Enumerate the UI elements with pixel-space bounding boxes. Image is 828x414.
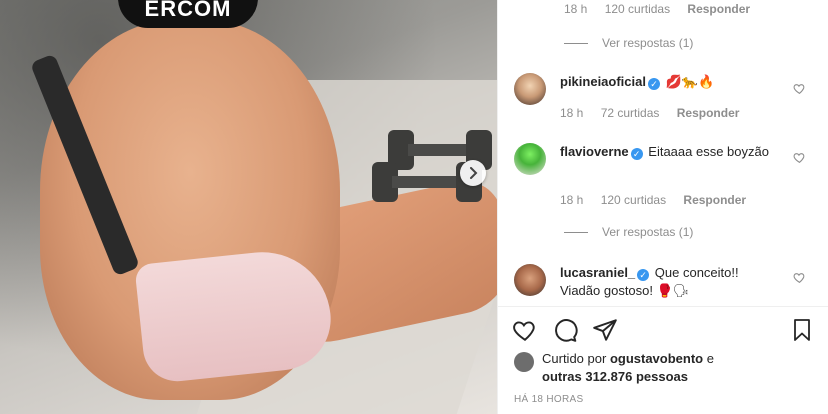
avatar[interactable] xyxy=(514,73,546,105)
likes-prefix: Curtido por xyxy=(542,351,607,366)
comment-item: pikineiaoficial ✓ 💋🐆🔥 xyxy=(514,73,814,105)
likes-summary-text: Curtido por ogustavobento e outras 312.8… xyxy=(542,350,714,386)
heart-icon[interactable] xyxy=(512,317,538,343)
like-comment-heart-icon[interactable] xyxy=(793,82,806,95)
reply-button[interactable]: Responder xyxy=(683,193,746,207)
comment-body: pikineiaoficial ✓ 💋🐆🔥 xyxy=(560,73,776,105)
comment-item: lucasraniel_ ✓ Que conceito!! Viadão gost… xyxy=(514,264,814,300)
view-replies-button[interactable]: Ver respostas (1) xyxy=(564,225,693,239)
verified-badge-icon: ✓ xyxy=(647,78,660,90)
replies-line xyxy=(564,231,588,233)
view-replies-label: Ver respostas (1) xyxy=(602,36,694,50)
verified-badge-icon: ✓ xyxy=(637,269,650,281)
view-replies-label: Ver respostas (1) xyxy=(602,225,694,239)
comment-meta: 18 h 120 curtidas Responder xyxy=(560,193,760,207)
avatar[interactable] xyxy=(514,264,546,296)
comment-time: 18 h xyxy=(560,193,584,207)
comment-username[interactable]: lucasraniel_ xyxy=(560,265,635,280)
post-action-bar xyxy=(512,317,818,343)
photo-cap: ERCOM xyxy=(118,0,258,28)
comment-meta: 18 h 120 curtidas Responder xyxy=(564,2,764,16)
liked-by-username[interactable]: ogustavobento xyxy=(610,351,703,366)
avatar[interactable] xyxy=(514,143,546,175)
avatar[interactable] xyxy=(514,352,534,372)
like-comment-heart-icon[interactable] xyxy=(793,151,806,164)
likes-summary: Curtido por ogustavobento e outras 312.8… xyxy=(514,350,814,386)
like-comment-heart-icon[interactable] xyxy=(793,271,806,284)
comments-panel: 18 h 120 curtidas Responder Ver resposta… xyxy=(497,0,828,414)
comment-item: flavioverne ✓ Eitaaaa esse boyzão xyxy=(514,143,814,175)
replies-line xyxy=(564,42,588,44)
comment-likes[interactable]: 120 curtidas xyxy=(601,193,666,207)
comment-time: 18 h xyxy=(564,2,588,16)
share-icon[interactable] xyxy=(592,317,618,343)
comment-username[interactable]: flavioverne xyxy=(560,144,629,159)
comment-text: 💋🐆🔥 xyxy=(665,74,715,89)
likes-middle: e xyxy=(706,351,714,366)
bookmark-icon[interactable] xyxy=(790,317,814,343)
comment-likes[interactable]: 120 curtidas xyxy=(605,2,670,16)
photo-dumbbell xyxy=(388,130,492,170)
reply-button[interactable]: Responder xyxy=(677,106,740,120)
view-replies-button[interactable]: Ver respostas (1) xyxy=(564,36,693,50)
likes-others-link[interactable]: outras 312.876 pessoas xyxy=(542,369,688,384)
comment-body: flavioverne ✓ Eitaaaa esse boyzão xyxy=(560,143,776,175)
verified-badge-icon: ✓ xyxy=(630,148,643,160)
comment-likes[interactable]: 72 curtidas xyxy=(601,106,660,120)
post-timestamp: HÁ 18 HORAS xyxy=(514,394,584,405)
chevron-right-icon xyxy=(470,167,478,179)
comment-icon[interactable] xyxy=(552,317,578,343)
comment-body: lucasraniel_ ✓ Que conceito!! Viadão gost… xyxy=(560,264,776,300)
comment-username[interactable]: pikineiaoficial xyxy=(560,74,646,89)
post-photo[interactable]: ERCOM xyxy=(0,0,497,414)
next-image-button[interactable] xyxy=(460,160,486,186)
comment-text: Eitaaaa esse boyzão xyxy=(648,144,769,159)
comment-meta: 18 h 72 curtidas Responder xyxy=(560,106,753,120)
section-divider xyxy=(498,306,828,307)
comment-time: 18 h xyxy=(560,106,584,120)
reply-button[interactable]: Responder xyxy=(687,2,750,16)
